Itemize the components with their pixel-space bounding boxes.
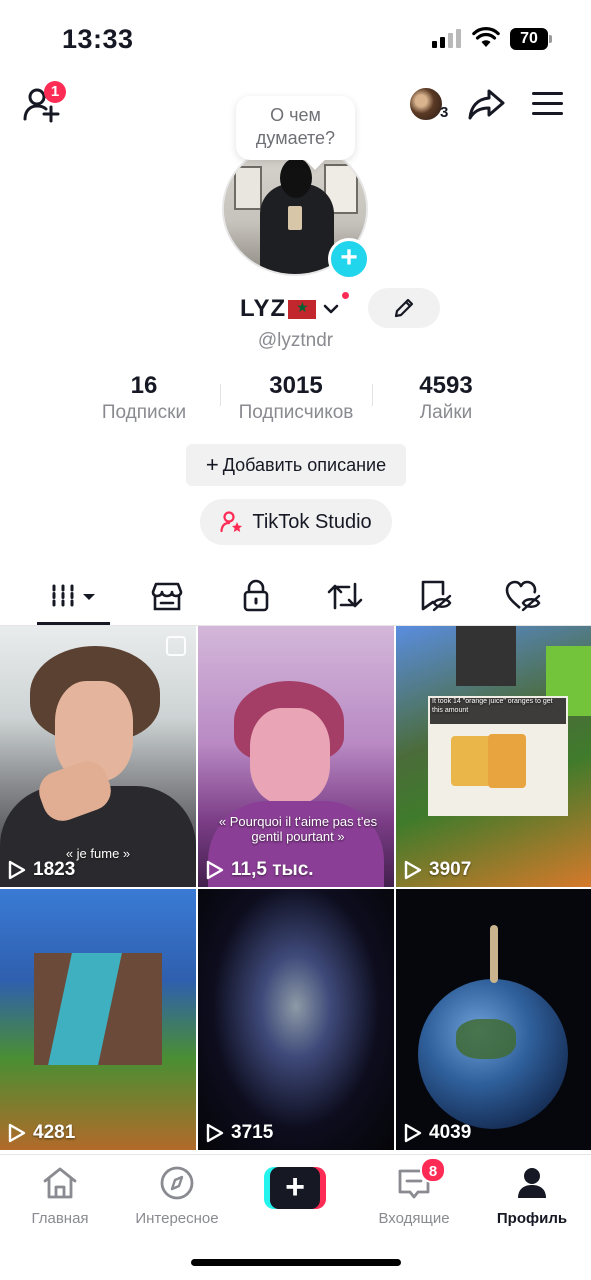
notification-dot: [340, 290, 351, 301]
play-icon: [206, 860, 224, 880]
stat-value: 4593: [419, 372, 473, 399]
video-grid: « je fume » 1823 « Pourquoi il t'aime pa…: [0, 626, 591, 1150]
username: @lyztndr: [257, 330, 334, 351]
tiktok-studio-button[interactable]: TikTok Studio: [200, 499, 392, 545]
profile-name-row[interactable]: LYZ: [240, 292, 340, 326]
video-thumbnail[interactable]: « je fume » 1823: [0, 626, 196, 887]
plus-icon: +: [270, 1167, 320, 1209]
stat-following[interactable]: 16 Подписки: [64, 372, 224, 424]
visitors-count: 3: [440, 104, 449, 121]
add-friends-button[interactable]: 1: [22, 81, 66, 125]
stat-value: 3015: [269, 372, 323, 399]
shop-icon[interactable]: [147, 578, 187, 614]
thought-bubble[interactable]: О чем думаете?: [236, 96, 355, 160]
user-star-icon: [220, 511, 243, 533]
video-thumbnail[interactable]: « Pourquoi il t'aime pas t'es gentil pou…: [198, 626, 394, 887]
view-count-value: 1823: [33, 859, 76, 880]
visitor-avatar: [408, 86, 444, 122]
bookmark-hidden-icon[interactable]: [414, 578, 454, 614]
play-icon: [8, 860, 26, 880]
add-description-button[interactable]: + Добавить описание: [186, 444, 406, 486]
battery-level: 70: [510, 28, 548, 50]
inbox-badge: 8: [420, 1157, 446, 1183]
video-thumbnail[interactable]: 4281: [0, 889, 196, 1150]
view-count: 11,5 тыс.: [206, 859, 314, 881]
create-button[interactable]: +: [264, 1167, 326, 1209]
cellular-signal-icon: [432, 28, 464, 48]
morocco-flag-icon: [288, 299, 317, 319]
stat-label: Подписки: [101, 402, 187, 423]
play-icon: [206, 1123, 224, 1143]
view-count: 4039: [404, 1122, 471, 1144]
lock-icon[interactable]: [236, 578, 276, 614]
view-count: 1823: [8, 859, 75, 881]
plus-icon: +: [205, 452, 219, 477]
share-icon[interactable]: [468, 86, 506, 122]
battery-icon: 70: [510, 28, 552, 50]
multi-photo-icon: [166, 636, 186, 656]
profile-name: LYZ: [240, 295, 287, 322]
chevron-down-icon: [323, 304, 339, 314]
video-thumbnail[interactable]: 4039: [396, 889, 591, 1150]
video-caption: It took 14 "orange juice" oranges to get…: [432, 698, 553, 714]
menu-icon[interactable]: [532, 90, 564, 118]
home-indicator[interactable]: [191, 1259, 401, 1266]
stat-likes[interactable]: 4593 Лайки: [366, 372, 526, 424]
view-count-value: 3715: [231, 1122, 274, 1143]
repost-icon[interactable]: [325, 578, 365, 614]
status-bar: 13:33 70: [0, 0, 591, 80]
stat-value: 16: [130, 372, 158, 399]
liked-hidden-icon[interactable]: [503, 578, 543, 614]
view-count-value: 4281: [33, 1122, 76, 1143]
nav-explore[interactable]: Интересное: [117, 1165, 237, 1227]
add-story-button[interactable]: +: [328, 238, 370, 280]
play-icon: [404, 860, 422, 880]
view-count-value: 3907: [429, 859, 472, 880]
nav-label: Профиль: [496, 1210, 568, 1227]
view-count: 3715: [206, 1122, 273, 1144]
wifi-icon: [472, 27, 500, 47]
profile-visitors-button[interactable]: 3: [408, 86, 454, 124]
friend-requests-badge: 1: [44, 81, 66, 103]
content-tabs: [0, 570, 591, 626]
nav-inbox[interactable]: Входящие: [354, 1165, 474, 1227]
nav-label: Интересное: [135, 1210, 219, 1227]
home-icon: [43, 1167, 77, 1199]
status-time: 13:33: [62, 24, 134, 54]
view-count-value: 4039: [429, 1122, 472, 1143]
nav-label: Входящие: [378, 1210, 450, 1227]
studio-label: TikTok Studio: [252, 510, 372, 533]
view-count: 3907: [404, 859, 471, 881]
stat-label: Лайки: [419, 402, 473, 423]
video-thumbnail[interactable]: It took 14 "orange juice" oranges to get…: [396, 626, 591, 887]
stat-followers[interactable]: 3015 Подписчиков: [216, 372, 376, 424]
play-icon: [404, 1123, 422, 1143]
compass-icon: [160, 1166, 194, 1200]
video-thumbnail[interactable]: 3715: [198, 889, 394, 1150]
view-count-value: 11,5 тыс.: [231, 859, 314, 880]
edit-profile-button[interactable]: [368, 288, 440, 328]
pencil-icon: [394, 298, 414, 318]
nav-home[interactable]: Главная: [0, 1165, 120, 1227]
profile-icon: [518, 1168, 546, 1198]
view-count: 4281: [8, 1122, 75, 1144]
profile-stats: 16 Подписки 3015 Подписчиков 4593 Лайки: [0, 372, 591, 432]
nav-profile[interactable]: Профиль: [472, 1165, 591, 1227]
nav-label: Главная: [31, 1210, 89, 1227]
play-icon: [8, 1123, 26, 1143]
stat-label: Подписчиков: [238, 402, 354, 423]
video-caption: « Pourquoi il t'aime pas t'es gentil pou…: [218, 814, 378, 844]
grid-icon[interactable]: [50, 578, 100, 614]
add-description-label: Добавить описание: [222, 455, 387, 475]
